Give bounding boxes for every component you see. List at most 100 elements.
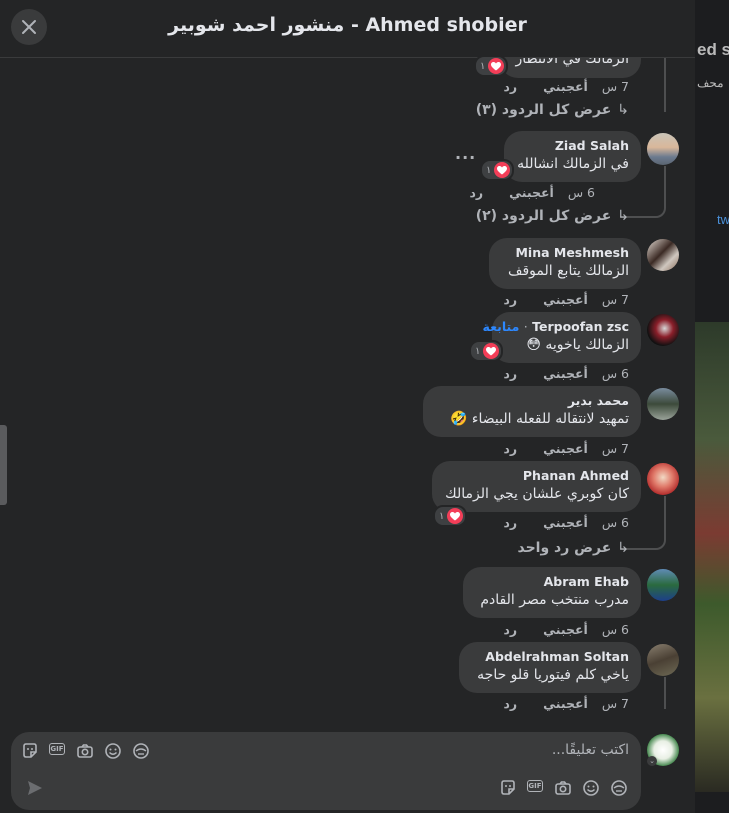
view-replies-label: عرض كل الردود (٣): [475, 102, 612, 118]
reaction-badge[interactable]: ١: [469, 340, 504, 362]
comment-actions: 7 س أعجبني رد: [504, 441, 630, 456]
avatar[interactable]: [647, 133, 679, 165]
like-button[interactable]: أعجبني: [509, 185, 554, 200]
background-text: tw: [717, 212, 729, 227]
comment-composer[interactable]: اكتب تعليقًا... GIF GIF: [11, 732, 641, 810]
view-replies-link[interactable]: ↳ عرض رد واحد: [517, 540, 629, 556]
comment-actions: 6 س أعجبني رد: [504, 515, 630, 530]
background-text: محف: [697, 76, 724, 90]
dialog-title: منشور احمد شوبير - Ahmed shobier: [168, 14, 527, 36]
comment-time[interactable]: 7 س: [602, 79, 629, 94]
reaction-badge[interactable]: ١: [433, 505, 468, 527]
comment-author[interactable]: محمد بدير: [568, 393, 629, 408]
like-button[interactable]: أعجبني: [543, 366, 588, 381]
comment-time[interactable]: 6 س: [602, 366, 629, 381]
comment-bubble: Abdelrahman Soltan ياخي كلم فيتوريا قلو …: [459, 642, 641, 693]
reaction-count: ١: [486, 164, 492, 176]
avatar[interactable]: [647, 463, 679, 495]
reaction-badge[interactable]: ١: [480, 159, 515, 181]
reply-button[interactable]: رد: [470, 185, 484, 200]
view-replies-link[interactable]: ↳ عرض كل الردود (٢): [476, 208, 629, 224]
camera-icon[interactable]: [76, 742, 94, 760]
reply-button[interactable]: رد: [504, 366, 518, 381]
comment-time[interactable]: 6 س: [602, 622, 629, 637]
emoji-icon[interactable]: [104, 742, 122, 760]
emoji-icon[interactable]: [582, 779, 600, 797]
comment-text: ياخي كلم فيتوريا قلو حاجه: [477, 667, 629, 683]
comment-actions: 7 س أعجبني رد: [504, 292, 630, 307]
comment-actions: 6 س أعجبني رد: [470, 185, 596, 200]
comment-text: الزمالك ياخويه 😳: [526, 337, 629, 353]
comment-actions: 6 س أعجبني رد: [504, 622, 630, 637]
comment-bubble: Abram Ehab مدرب منتخب مصر القادم: [463, 567, 641, 618]
comment-time[interactable]: 6 س: [602, 515, 629, 530]
comment-text: في الزمالك انشالله: [517, 156, 629, 172]
avatar[interactable]: [647, 239, 679, 271]
comment-bubble: Ziad Salah في الزمالك انشالله: [504, 131, 641, 182]
comment-author[interactable]: Phanan Ahmed: [523, 468, 629, 483]
avatar[interactable]: [647, 569, 679, 601]
like-button[interactable]: أعجبني: [543, 515, 588, 530]
sticker-icon[interactable]: [21, 742, 39, 760]
avatar[interactable]: [647, 644, 679, 676]
sticker-icon[interactable]: [499, 779, 517, 797]
avatar-sticker-icon[interactable]: [610, 779, 628, 797]
comment-actions: 6 س أعجبني رد: [504, 366, 630, 381]
post-comments-dialog: منشور احمد شوبير - Ahmed shobier الزمالك…: [0, 0, 695, 813]
comment-author[interactable]: Abdelrahman Soltan: [485, 649, 629, 664]
comment-text: مدرب منتخب مصر القادم: [480, 592, 629, 608]
reaction-count: ١: [439, 510, 445, 522]
comment-author[interactable]: Mina Meshmesh: [515, 245, 629, 260]
comment-time[interactable]: 6 س: [568, 185, 595, 200]
like-button[interactable]: أعجبني: [543, 441, 588, 456]
view-replies-label: عرض كل الردود (٢): [475, 208, 612, 224]
dialog-header-mask: منشور احمد شوبير - Ahmed shobier: [0, 0, 695, 58]
avatar[interactable]: [647, 314, 679, 346]
chevron-down-icon[interactable]: ⌄: [647, 756, 657, 766]
like-button[interactable]: أعجبني: [543, 622, 588, 637]
reply-button[interactable]: رد: [504, 79, 518, 94]
comment-author[interactable]: Terpoofan zsc: [532, 319, 629, 334]
like-button[interactable]: أعجبني: [543, 696, 588, 711]
comment-time[interactable]: 7 س: [602, 696, 629, 711]
follow-button[interactable]: متابعة: [483, 319, 520, 334]
like-button[interactable]: أعجبني: [543, 292, 588, 307]
reply-button[interactable]: رد: [504, 622, 518, 637]
reply-button[interactable]: رد: [504, 515, 518, 530]
gif-label: GIF: [49, 743, 65, 755]
background-text: ed sl: [697, 40, 729, 59]
camera-icon[interactable]: [554, 779, 572, 797]
reply-button[interactable]: رد: [504, 441, 518, 456]
separator: ·: [523, 319, 528, 334]
comment-time[interactable]: 7 س: [602, 441, 629, 456]
comment-time[interactable]: 7 س: [602, 292, 629, 307]
gif-label: GIF: [527, 780, 543, 792]
view-replies-link[interactable]: ↳ عرض كل الردود (٣): [476, 102, 629, 118]
reaction-count: ١: [480, 60, 486, 72]
comment-actions: 7 س أعجبني رد: [504, 696, 630, 711]
send-icon[interactable]: [26, 779, 44, 797]
comment-author-line: Terpoofan zsc · متابعة: [483, 319, 629, 334]
like-button[interactable]: أعجبني: [543, 79, 588, 94]
avatar-sticker-icon[interactable]: [132, 742, 150, 760]
comment-author[interactable]: Abram Ehab: [544, 574, 629, 589]
reply-button[interactable]: رد: [504, 696, 518, 711]
comment-text: الزمالك يتابع الموقف: [507, 263, 629, 279]
gif-icon[interactable]: GIF: [49, 743, 67, 761]
heart-icon: [447, 508, 464, 524]
comment-input-placeholder[interactable]: اكتب تعليقًا...: [552, 742, 629, 758]
more-options-icon[interactable]: ···: [455, 148, 476, 167]
heart-icon: [483, 343, 500, 359]
reply-arrow-icon: ↳: [617, 102, 629, 118]
comment-text: تمهيد لانتقاله للقعله البيضاء 🤣: [450, 411, 629, 427]
comment-bubble: Phanan Ahmed كان كوبري علشان يجي الزمالك: [432, 461, 641, 512]
avatar[interactable]: [647, 388, 679, 420]
background-feed: ed sl محف tw: [695, 0, 729, 813]
gif-icon[interactable]: GIF: [527, 780, 545, 798]
scrollbar-thumb[interactable]: [0, 425, 7, 505]
comment-author[interactable]: Ziad Salah: [555, 138, 629, 153]
comment-bubble: Terpoofan zsc · متابعة الزمالك ياخويه 😳: [483, 312, 641, 363]
reaction-badge[interactable]: ١: [474, 55, 509, 77]
reply-arrow-icon: ↳: [617, 208, 629, 224]
reply-button[interactable]: رد: [504, 292, 518, 307]
